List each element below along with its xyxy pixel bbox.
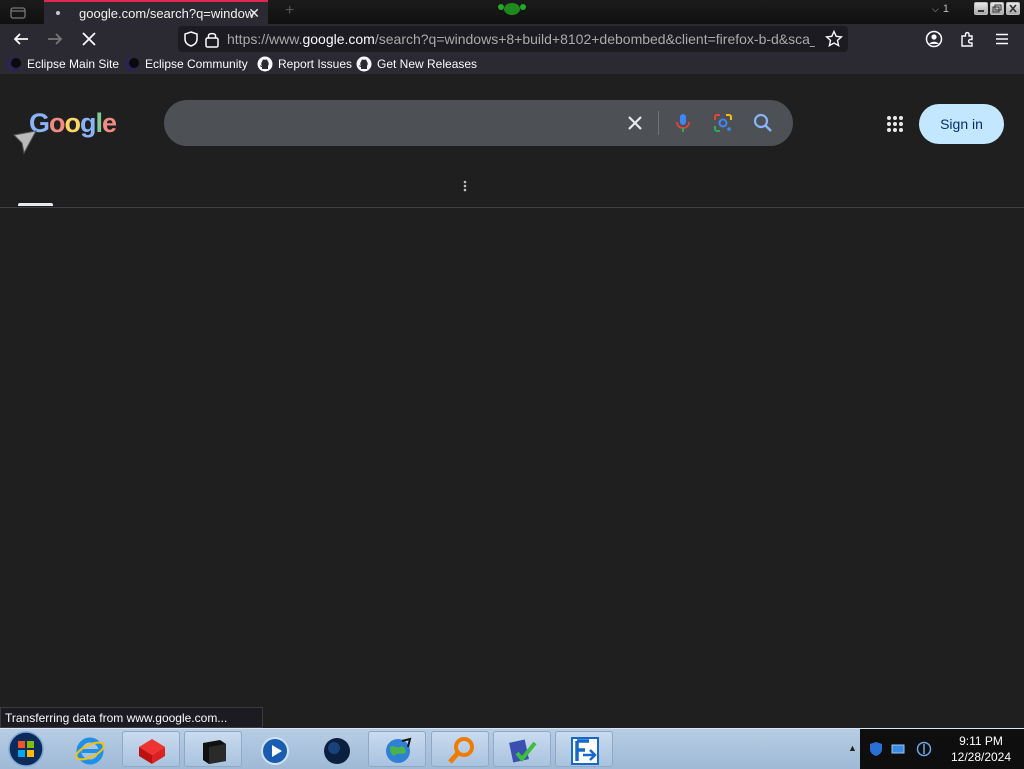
sign-in-button[interactable]: Sign in	[919, 104, 1004, 144]
tab-count[interactable]: ⌵ 1	[932, 3, 949, 15]
taskbar-search-app[interactable]	[431, 731, 489, 767]
back-arrow-icon[interactable]	[12, 30, 30, 48]
taskbar-internet-explorer[interactable]	[60, 731, 118, 767]
taskbar-dark-globe[interactable]	[307, 731, 365, 767]
navigation-bar: https://www.google.com/search?q=windows+…	[0, 24, 1024, 54]
taskbar-red-box-app[interactable]	[122, 731, 180, 767]
tracking-shield-icon[interactable]	[182, 30, 200, 48]
search-icon[interactable]	[751, 111, 775, 135]
account-icon[interactable]	[925, 30, 943, 48]
url-prefix: https://www.	[227, 31, 303, 47]
extensions-icon[interactable]	[959, 30, 977, 48]
bookmark-eclipse-community[interactable]: Eclipse Community	[124, 56, 248, 72]
windows-taskbar: ▲ 9:11 PM 12/28/2024	[0, 728, 1024, 769]
bookmark-label: Get New Releases	[377, 57, 478, 71]
taskbar-clock[interactable]: 9:11 PM 12/28/2024	[940, 733, 1022, 765]
header-divider	[0, 207, 1024, 208]
tab-title: google.com/search?q=windows+8+build+8102…	[79, 6, 255, 21]
tab-strip: google.com/search?q=windows+8+build+8102…	[0, 0, 1024, 24]
eclipse-icon	[125, 57, 139, 71]
more-options-icon[interactable]	[462, 179, 468, 193]
google-lens-icon[interactable]	[711, 111, 735, 135]
bookmark-label: Eclipse Main Site	[27, 57, 120, 71]
github-icon	[257, 56, 273, 72]
google-search-page: Google Sign in	[0, 74, 1024, 728]
clear-search-icon[interactable]	[623, 111, 647, 135]
url-bar[interactable]: https://www.google.com/search?q=windows+…	[178, 26, 848, 52]
clock-time: 9:11 PM	[959, 734, 1003, 748]
github-icon	[356, 56, 372, 72]
new-tab-icon[interactable]: +	[285, 2, 294, 20]
red-box-app-icon	[139, 739, 165, 764]
menu-hamburger-icon[interactable]	[993, 30, 1011, 48]
google-apps-grid-icon[interactable]	[885, 114, 905, 134]
close-window-button[interactable]	[1006, 2, 1020, 15]
search-input[interactable]	[184, 110, 618, 138]
mouse-cursor-icon	[12, 130, 37, 155]
stop-loading-icon[interactable]	[80, 30, 98, 48]
logo-letter: g	[80, 108, 96, 138]
system-tray: ▲ 9:11 PM 12/28/2024	[848, 729, 1024, 769]
tab-count-value: 1	[942, 3, 949, 15]
bookmark-eclipse-main-site[interactable]: Eclipse Main Site	[6, 56, 119, 72]
firefox-frog-icon	[498, 3, 526, 15]
close-tab-icon[interactable]: ✕	[248, 5, 260, 21]
url-path: /search?q=windows+8+build+8102+debombed&…	[374, 31, 815, 47]
eclipse-icon	[7, 57, 21, 71]
status-bar: Transferring data from www.google.com...	[0, 707, 263, 728]
dark-globe-icon	[324, 738, 350, 764]
bookmark-get-new-releases[interactable]: Get New Releases	[356, 56, 477, 72]
globe-app-icon	[386, 737, 412, 763]
taskbar-black-box-app[interactable]	[184, 731, 242, 767]
url-domain: google.com	[302, 31, 375, 47]
internet-explorer-icon	[75, 737, 105, 765]
taskbar-checklist-app[interactable]	[493, 731, 551, 767]
start-button-icon[interactable]	[6, 730, 46, 768]
bookmark-label: Report Issues	[278, 57, 353, 71]
active-tab[interactable]: google.com/search?q=windows+8+build+8102…	[44, 0, 268, 24]
google-logo[interactable]: Google	[29, 108, 117, 139]
lock-icon[interactable]	[204, 30, 220, 48]
bookmark-label: Eclipse Community	[145, 57, 248, 71]
tab-list-icon[interactable]	[10, 5, 26, 19]
active-tab-indicator	[18, 203, 53, 206]
url-text[interactable]: https://www.google.com/search?q=windows+…	[227, 31, 815, 47]
security-shield-tray-icon[interactable]	[868, 741, 884, 757]
loading-dot-icon	[56, 11, 60, 15]
black-box-app-icon	[203, 740, 226, 764]
logo-letter: o	[64, 108, 81, 138]
checklist-app-icon	[509, 739, 537, 763]
media-player-icon	[261, 737, 289, 765]
taskbar-media-player[interactable]	[245, 731, 303, 767]
bookmark-star-icon[interactable]	[825, 30, 843, 48]
search-divider	[658, 111, 659, 135]
bookmark-report-issues[interactable]: Report Issues	[257, 56, 352, 72]
clock-date: 12/28/2024	[950, 750, 1012, 764]
logo-letter: e	[102, 108, 117, 138]
window-controls	[974, 2, 1020, 15]
search-box[interactable]	[164, 100, 793, 146]
taskbar-arrow-app[interactable]	[555, 731, 613, 767]
logo-letter: o	[49, 108, 65, 138]
search-magnifier-app-icon	[448, 737, 474, 764]
bookmarks-toolbar: Eclipse Main Site Eclipse Community Repo…	[0, 54, 1024, 75]
chevron-down-icon: ⌵	[932, 4, 939, 14]
arrow-app-icon	[571, 737, 599, 765]
microphone-icon[interactable]	[671, 111, 695, 135]
taskbar-globe-app[interactable]	[368, 731, 426, 767]
volume-tray-icon[interactable]	[916, 741, 932, 757]
minimize-button[interactable]	[974, 2, 988, 15]
forward-arrow-icon[interactable]	[46, 30, 64, 48]
restore-button[interactable]	[990, 2, 1004, 15]
show-hidden-icons-icon[interactable]: ▲	[848, 743, 857, 753]
network-tray-icon[interactable]	[890, 741, 906, 757]
